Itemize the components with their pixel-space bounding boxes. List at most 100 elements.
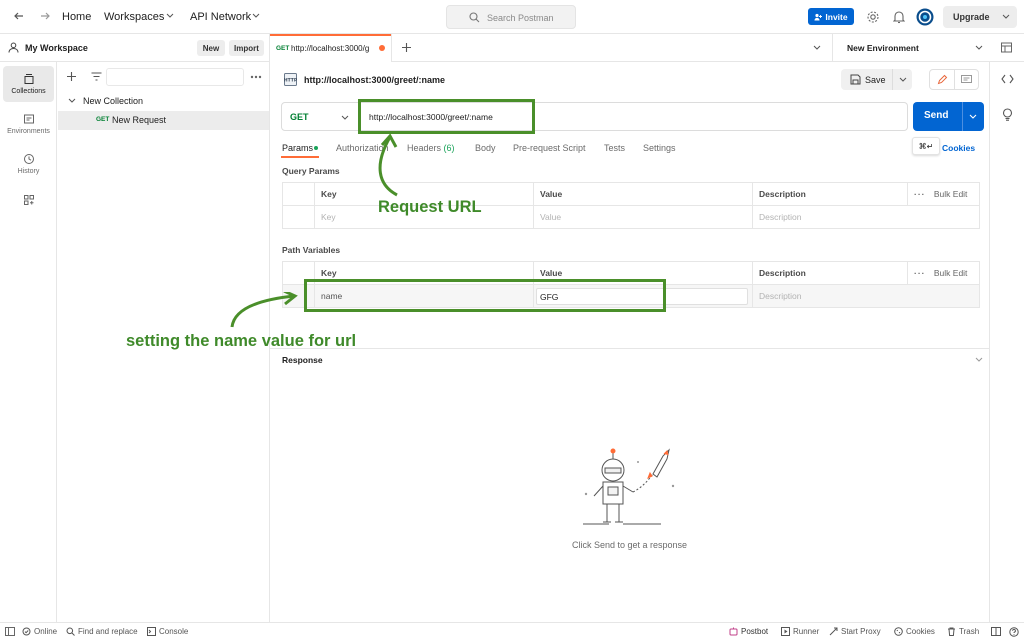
rail-item-collections[interactable]: Collections xyxy=(3,66,54,102)
runner-button[interactable]: Runner xyxy=(781,627,819,636)
collections-icon xyxy=(23,73,35,85)
more-options-icon[interactable]: ··· xyxy=(914,268,926,278)
start-proxy-label: Start Proxy xyxy=(841,627,881,636)
comment-icon[interactable] xyxy=(961,75,972,85)
environment-label: New Environment xyxy=(847,43,919,53)
save-button[interactable]: Save xyxy=(841,69,912,90)
bulk-edit-link[interactable]: Bulk Edit xyxy=(934,268,968,278)
invite-button[interactable]: Invite xyxy=(808,8,854,25)
avatar[interactable] xyxy=(916,8,934,26)
nav-workspaces[interactable]: Workspaces xyxy=(104,11,164,23)
description-input[interactable]: Description xyxy=(752,284,980,308)
chevron-down-icon[interactable] xyxy=(899,77,907,83)
tab-settings[interactable]: Settings xyxy=(643,143,676,153)
new-button[interactable]: New xyxy=(197,40,225,56)
rail-item-apps[interactable] xyxy=(3,188,54,212)
chevron-down-icon[interactable] xyxy=(166,13,174,19)
tab-pre-request-script[interactable]: Pre-request Script xyxy=(513,143,586,153)
chevron-down-icon xyxy=(1002,14,1010,20)
bulk-edit-link[interactable]: Bulk Edit xyxy=(934,189,968,199)
tab-body[interactable]: Body xyxy=(475,143,496,153)
trash-label: Trash xyxy=(959,627,980,636)
column-header-value: Value xyxy=(533,182,753,206)
collection-name[interactable]: New Collection xyxy=(83,96,143,106)
new-tab-plus-icon[interactable] xyxy=(401,42,412,53)
sidebar-toggle-icon[interactable] xyxy=(5,627,15,636)
query-params-title: Query Params xyxy=(282,166,340,176)
help-icon[interactable] xyxy=(1009,627,1019,637)
environment-selector[interactable]: New Environment xyxy=(832,34,990,62)
more-options-icon[interactable]: ··· xyxy=(914,189,926,199)
find-replace-button[interactable]: Find and replace xyxy=(66,627,138,636)
sidebar-request-row[interactable]: GET New Request xyxy=(58,111,269,130)
params-active-dot xyxy=(314,146,318,150)
workspace-header: My Workspace New Import xyxy=(0,34,270,62)
settings-gear-icon[interactable] xyxy=(866,10,880,24)
cookies-link[interactable]: Cookies xyxy=(942,143,975,153)
rail-label: Environments xyxy=(7,128,50,135)
tab-params[interactable]: Params xyxy=(282,143,313,153)
response-title: Response xyxy=(282,355,323,365)
left-rail: Collections Environments History xyxy=(0,62,57,622)
chevron-down-icon[interactable] xyxy=(969,114,977,120)
svg-text:HTTP: HTTP xyxy=(284,78,297,84)
filter-icon[interactable] xyxy=(91,72,102,81)
cookies-button[interactable]: Cookies xyxy=(894,627,935,636)
send-label: Send xyxy=(924,110,949,121)
bulk-edit-cell: ··· Bulk Edit xyxy=(907,182,980,206)
start-proxy-button[interactable]: Start Proxy xyxy=(829,627,881,636)
value-input[interactable]: Value xyxy=(533,205,753,229)
method-select[interactable]: GET xyxy=(281,102,359,131)
chevron-down-icon[interactable] xyxy=(975,357,983,363)
back-arrow-icon[interactable] xyxy=(13,10,25,22)
divider xyxy=(962,102,963,131)
tab-headers-label: Headers xyxy=(407,143,442,153)
search-placeholder: Search Postman xyxy=(487,13,554,23)
nav-api-network[interactable]: API Network xyxy=(190,11,251,23)
tab-headers[interactable]: Headers (6) xyxy=(407,143,455,153)
description-input[interactable]: Description xyxy=(752,205,980,229)
divider xyxy=(954,70,955,89)
postbot-button[interactable]: Postbot xyxy=(729,627,768,636)
console-label: Console xyxy=(159,627,189,636)
chevron-down-icon[interactable] xyxy=(252,13,260,19)
empty-response-message: Click Send to get a response xyxy=(572,540,688,550)
save-icon xyxy=(850,74,861,85)
sidebar-search-input[interactable] xyxy=(106,68,244,86)
chevron-down-icon[interactable] xyxy=(68,98,76,104)
response-divider[interactable] xyxy=(270,348,989,349)
history-icon xyxy=(23,153,35,165)
nav-home[interactable]: Home xyxy=(62,11,91,23)
notification-bell-icon[interactable] xyxy=(893,10,905,24)
pencil-icon[interactable] xyxy=(937,74,948,85)
tab-tests[interactable]: Tests xyxy=(604,143,625,153)
astronaut-illustration-icon xyxy=(578,444,683,530)
right-rail xyxy=(989,62,1024,622)
import-button[interactable]: Import xyxy=(229,40,264,56)
annotation-request-url: Request URL xyxy=(378,198,482,216)
tabs-dropdown-icon[interactable] xyxy=(813,45,821,51)
upgrade-button[interactable]: Upgrade xyxy=(943,6,1017,28)
layout-toggle-icon[interactable] xyxy=(991,627,1001,636)
more-options-icon[interactable] xyxy=(250,75,262,79)
rail-label: Collections xyxy=(11,88,46,95)
console-button[interactable]: Console xyxy=(147,627,188,636)
code-icon[interactable] xyxy=(1001,74,1014,84)
user-icon xyxy=(8,42,19,53)
rail-label: History xyxy=(17,168,40,175)
online-status[interactable]: Online xyxy=(22,627,57,636)
search-input[interactable]: Search Postman xyxy=(446,5,576,29)
trash-button[interactable]: Trash xyxy=(947,627,979,636)
rail-item-history[interactable]: History xyxy=(3,146,54,182)
workspace-title[interactable]: My Workspace xyxy=(25,43,88,53)
curved-arrow-icon xyxy=(370,133,410,198)
forward-arrow-icon[interactable] xyxy=(39,10,51,22)
send-button[interactable]: Send xyxy=(913,102,984,131)
environment-quicklook-icon[interactable] xyxy=(1000,41,1013,54)
save-label: Save xyxy=(865,75,886,85)
rail-item-environments[interactable]: Environments xyxy=(3,106,54,142)
lightbulb-icon[interactable] xyxy=(1002,108,1013,121)
request-title[interactable]: http://localhost:3000/greet/:name xyxy=(304,75,445,85)
add-icon[interactable] xyxy=(66,71,77,82)
tab-request[interactable]: GET http://localhost:3000/g xyxy=(270,34,392,62)
